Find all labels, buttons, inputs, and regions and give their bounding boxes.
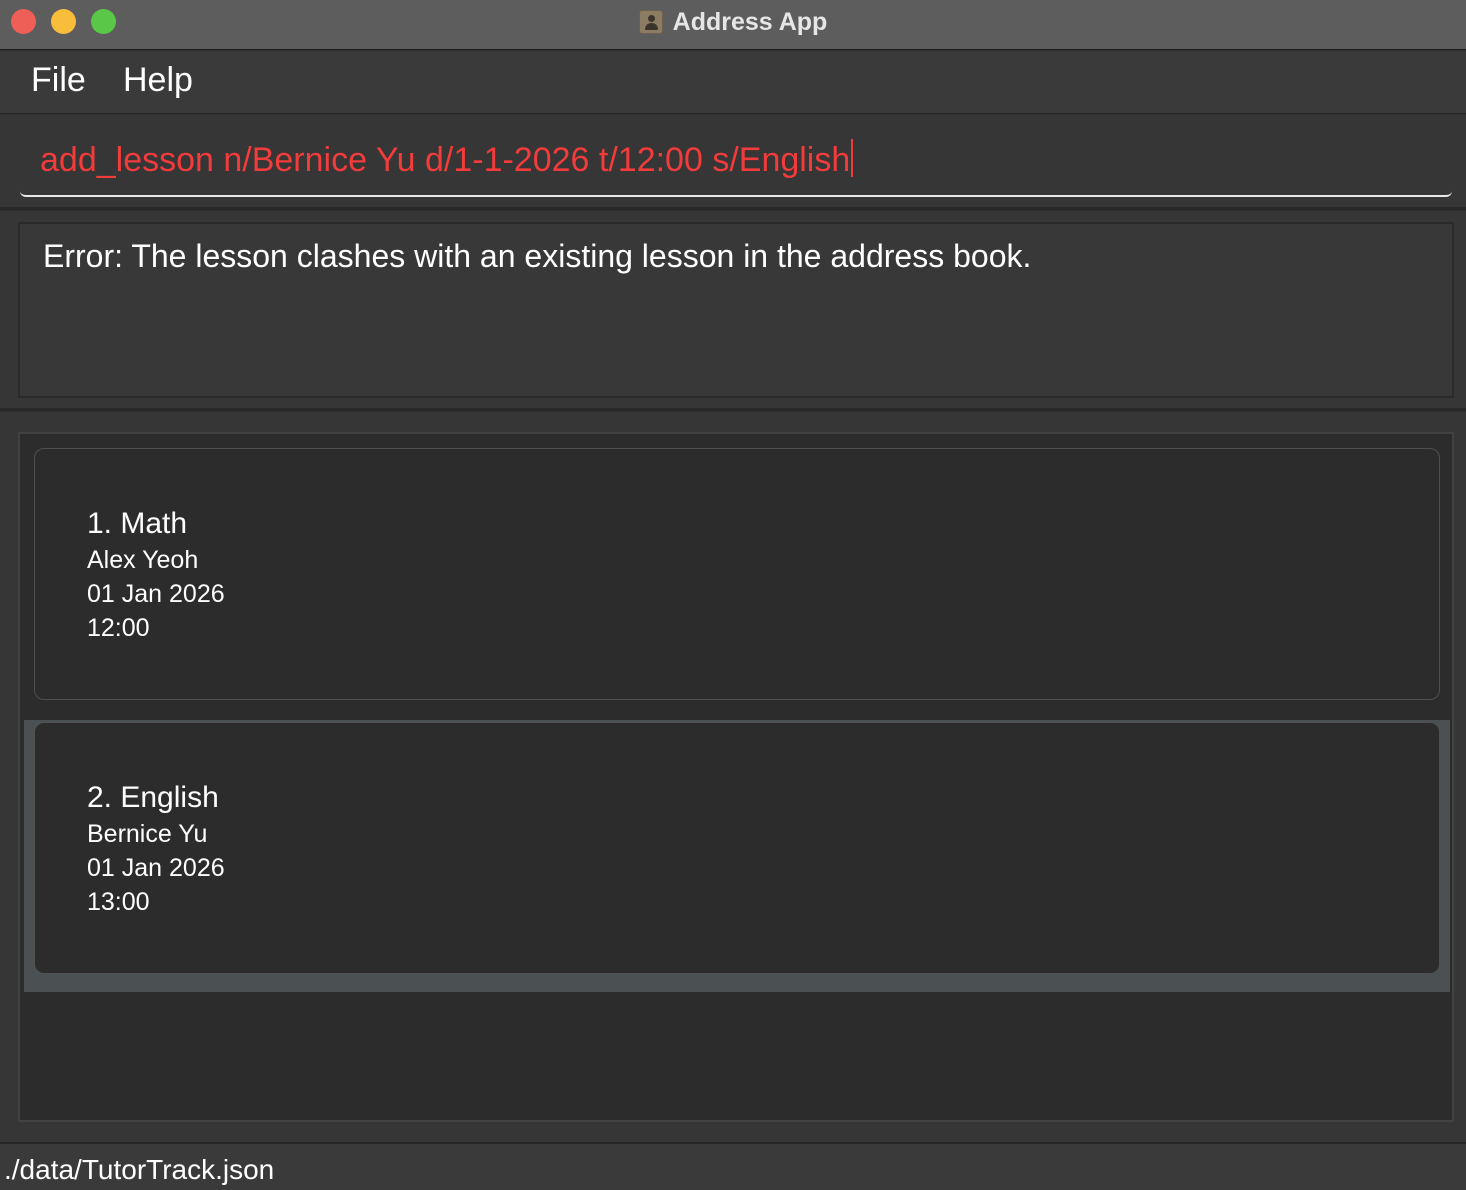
command-box: add_lesson n/Bernice Yu d/1-1-2026 t/12:… [0, 115, 1466, 210]
text-caret [851, 139, 854, 177]
title-bar: Address App [0, 0, 1466, 50]
lesson-student: Bernice Yu [87, 820, 208, 848]
result-display[interactable]: Error: The lesson clashes with an existi… [18, 222, 1454, 398]
window-title-group: Address App [0, 0, 1466, 44]
lesson-time: 12:00 [87, 614, 150, 642]
lesson-list[interactable]: 1. Math Alex Yeoh 01 Jan 2026 12:00 2. E… [18, 432, 1454, 1122]
address-book-icon [638, 10, 663, 34]
menu-help[interactable]: Help [123, 61, 193, 100]
lesson-time: 13:00 [87, 888, 150, 916]
command-text: add_lesson n/Bernice Yu d/1-1-2026 t/12:… [40, 141, 851, 179]
command-input-text: add_lesson n/Bernice Yu d/1-1-2026 t/12:… [40, 139, 854, 180]
result-message: Error: The lesson clashes with an existi… [43, 238, 1032, 274]
window-title: Address App [672, 7, 828, 36]
lesson-date: 01 Jan 2026 [87, 854, 225, 882]
lesson-student: Alex Yeoh [87, 546, 199, 574]
list-item[interactable]: 1. Math Alex Yeoh 01 Jan 2026 12:00 [24, 446, 1450, 718]
menu-file[interactable]: File [31, 61, 86, 100]
result-display-area: Error: The lesson clashes with an existi… [0, 211, 1466, 411]
lesson-card: 2. English Bernice Yu 01 Jan 2026 13:00 [34, 722, 1440, 974]
status-bar: ./data/TutorTrack.json [0, 1142, 1466, 1190]
lesson-title: 1. Math [87, 507, 188, 540]
lesson-title: 2. English [87, 781, 219, 814]
save-file-path: ./data/TutorTrack.json [4, 1154, 275, 1185]
lesson-list-panel: 1. Math Alex Yeoh 01 Jan 2026 12:00 2. E… [0, 412, 1466, 1142]
list-item-selected[interactable]: 2. English Bernice Yu 01 Jan 2026 13:00 [24, 720, 1450, 992]
lesson-date: 01 Jan 2026 [87, 580, 225, 608]
menu-bar: File Help [0, 51, 1466, 114]
lesson-card: 1. Math Alex Yeoh 01 Jan 2026 12:00 [34, 448, 1440, 700]
